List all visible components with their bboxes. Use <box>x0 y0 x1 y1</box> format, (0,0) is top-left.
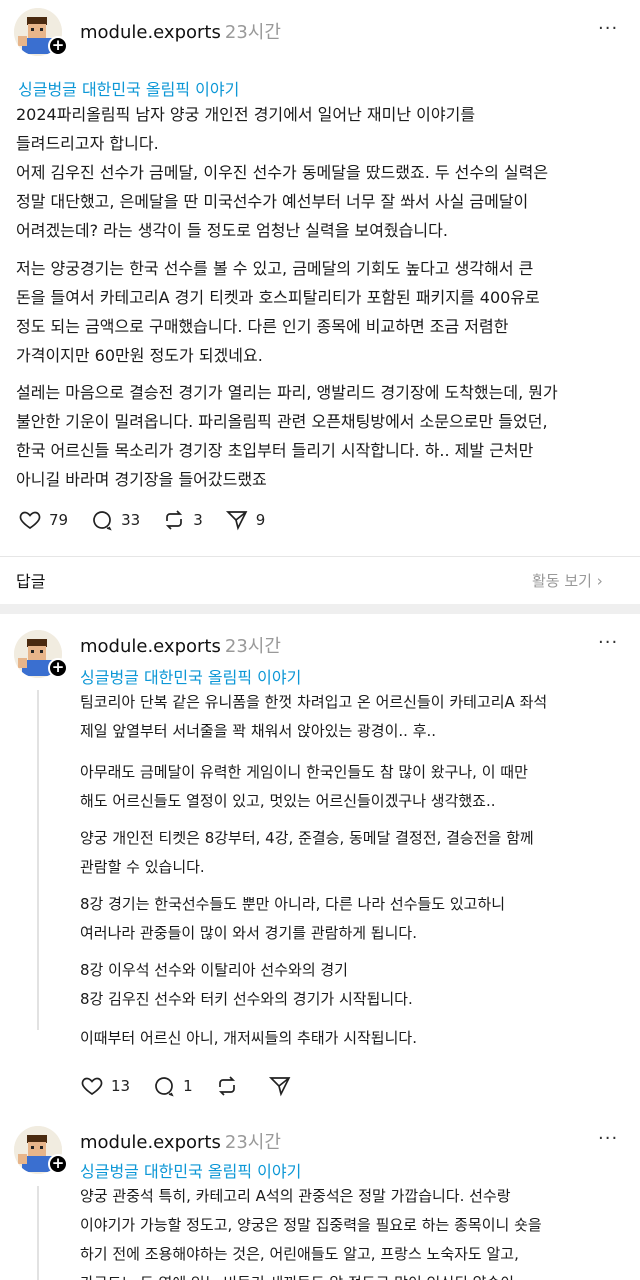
follow-plus-icon[interactable]: + <box>48 1154 68 1174</box>
thread-line <box>37 690 39 1030</box>
heart-icon <box>81 1077 103 1096</box>
more-dots-icon[interactable]: ··· <box>598 1128 618 1149</box>
post-time: 23시간 <box>224 1132 281 1153</box>
post-time: 23시간 <box>224 636 281 657</box>
like-count: 13 <box>111 1077 131 1095</box>
post-line: 8강 김우진 선수와 터키 선수와의 경기가 시작됩니다. <box>80 990 413 1008</box>
repost-button[interactable]: 3 <box>162 508 203 532</box>
post-line: 저는 양궁경기는 한국 선수를 볼 수 있고, 금메달의 기회도 높다고 생각해… <box>16 259 534 278</box>
post-line: 해도 어르신들도 열정이 있고, 멋있는 어르신들이겠구나 생각했죠.. <box>80 792 496 810</box>
post-line: 8강 경기는 한국선수들도 뿐만 아니라, 다른 나라 선수들도 있고하니 <box>80 895 506 913</box>
post-line: 돈을 들여서 카테고리A 경기 티켓과 호스피탈리티가 포함된 패키지를 400… <box>16 288 540 307</box>
repost-button[interactable] <box>215 1074 246 1098</box>
post-actions: 13 1 <box>80 1074 321 1098</box>
post-line: 가격이지만 60만원 정도가 되겠네요. <box>16 346 263 365</box>
post-body: 양궁 개인전 티켓은 8강부터, 4강, 준결승, 동메달 결정전, 결승전을 … <box>80 824 534 882</box>
post-line: 한국 어르신들 목소리가 경기장 초입부터 들리기 시작합니다. 하.. 제발 … <box>16 441 534 460</box>
post-body: 설레는 마음으로 결승전 경기가 열리는 파리, 앵발리드 경기장에 도착했는데… <box>16 378 558 494</box>
author-name[interactable]: module.exports <box>80 22 221 43</box>
post-line: 2024파리올림픽 남자 양궁 개인전 경기에서 일어난 재미난 이야기를 <box>16 105 476 124</box>
post-line: 이때부터 어르신 아니, 개저씨들의 추태가 시작됩니다. <box>80 1029 417 1047</box>
like-button[interactable]: 79 <box>18 508 68 532</box>
post-body: 이때부터 어르신 아니, 개저씨들의 추태가 시작됩니다. <box>80 1024 417 1053</box>
repost-count: 3 <box>193 511 203 529</box>
share-count: 9 <box>255 511 266 529</box>
send-icon <box>225 511 248 531</box>
replies-heading: 답글 <box>16 572 46 591</box>
comment-button[interactable]: 1 <box>152 1074 193 1098</box>
topic-tag[interactable]: 싱글벙글 대한민국 올림픽 이야기 <box>18 76 239 100</box>
post-body: 저는 양궁경기는 한국 선수를 볼 수 있고, 금메달의 기회도 높다고 생각해… <box>16 254 540 370</box>
comment-button[interactable]: 33 <box>90 508 140 532</box>
post-body: 2024파리올림픽 남자 양궁 개인전 경기에서 일어난 재미난 이야기를 들려… <box>16 100 548 245</box>
topic-tag[interactable]: 싱글벙글 대한민국 올림픽 이야기 <box>80 1158 301 1182</box>
comment-icon <box>155 1077 174 1097</box>
post-body: 아무래도 금메달이 유력한 게임이니 한국인들도 참 많이 왔구나, 이 때만 … <box>80 758 528 816</box>
post-line: 팀코리아 단복 같은 유니폼을 한껏 차려입고 온 어르신들이 카테고리A 좌석 <box>80 693 548 711</box>
comment-icon <box>93 511 112 531</box>
post-line: 8강 이우석 선수와 이탈리아 선수와의 경기 <box>80 961 348 979</box>
more-dots-icon[interactable]: ··· <box>598 18 618 39</box>
post-body: 8강 경기는 한국선수들도 뿐만 아니라, 다른 나라 선수들도 있고하니 여러… <box>80 890 505 948</box>
post-line: 정말 대단했고, 은메달을 딴 미국선수가 예선부터 너무 잘 쏴서 사실 금메… <box>16 192 529 211</box>
share-button[interactable]: 9 <box>225 508 266 532</box>
post-line: 하기 전에 조용해야하는 것은, 어린애들도 알고, 프랑스 노숙자도 알고, <box>80 1245 519 1263</box>
post-body: 양궁 관중석 특히, 카테고리 A석의 관중석은 정말 가깝습니다. 선수랑 이… <box>80 1182 542 1280</box>
follow-plus-icon[interactable]: + <box>48 36 68 56</box>
like-count: 79 <box>49 511 69 529</box>
post-author: module.exports 23시간 <box>80 632 281 658</box>
repost-icon <box>166 510 183 530</box>
heart-icon <box>19 511 41 530</box>
comment-count: 33 <box>121 511 141 529</box>
send-icon <box>268 1077 291 1097</box>
post-line: 불안한 기운이 밀려옵니다. 파리올림픽 관련 오픈채팅방에서 소문으로만 들었… <box>16 412 548 431</box>
post-line: 여러나라 관중들이 많이 와서 경기를 관람하게 됩니다. <box>80 924 417 942</box>
post-line: 양궁 관중석 특히, 카테고리 A석의 관중석은 정말 가깝습니다. 선수랑 <box>80 1187 511 1205</box>
author-name[interactable]: module.exports <box>80 1132 221 1153</box>
divider <box>0 556 640 557</box>
post-body: 팀코리아 단복 같은 유니폼을 한껏 차려입고 온 어르신들이 카테고리A 좌석… <box>80 688 547 746</box>
like-button[interactable]: 13 <box>80 1074 130 1098</box>
section-divider <box>0 604 640 614</box>
post-time: 23시간 <box>224 22 281 43</box>
post-line: 아무래도 금메달이 유력한 게임이니 한국인들도 참 많이 왔구나, 이 때만 <box>80 763 528 781</box>
post-line: 이야기가 가능할 정도고, 양궁은 정말 집중력을 필요로 하는 종목이니 숏을 <box>80 1216 542 1234</box>
follow-plus-icon[interactable]: + <box>48 658 68 678</box>
post-line: 어려겠는데? 라는 생각이 들 정도로 엄청난 실력을 보여줬습니다. <box>16 221 448 240</box>
repost-icon <box>218 1076 235 1096</box>
post-line: 아니길 바라며 경기장을 들어갔드랬죠 <box>16 470 267 489</box>
comment-count: 1 <box>183 1077 193 1095</box>
post-line: 설레는 마음으로 결승전 경기가 열리는 파리, 앵발리드 경기장에 도착했는데… <box>16 383 558 402</box>
topic-tag[interactable]: 싱글벙글 대한민국 올림픽 이야기 <box>80 664 301 688</box>
post-line: 어제 김우진 선수가 금메달, 이우진 선수가 동메달을 땄드랬죠. 두 선수의… <box>16 163 549 182</box>
post-body: 8강 이우석 선수와 이탈리아 선수와의 경기 8강 김우진 선수와 터키 선수… <box>80 956 413 1014</box>
post-actions: 79 33 3 9 <box>18 508 287 532</box>
author-name[interactable]: module.exports <box>80 636 221 657</box>
view-activity-link[interactable]: 활동 보기 › <box>532 570 603 591</box>
post-line: 양궁 개인전 티켓은 8강부터, 4강, 준결승, 동메달 결정전, 결승전을 … <box>80 829 534 847</box>
post-line: 정도 되는 금액으로 구매했습니다. 다른 인기 종목에 비교하면 조금 저렴한 <box>16 317 509 336</box>
post-line: 들려드리고자 합니다. <box>16 134 159 153</box>
post-line: 가르드느 도 옆에 있는 비둘기 새끼들도 알 정도로 많이 인식된 약속이 <box>80 1269 542 1280</box>
post-author: module.exports 23시간 <box>80 18 281 44</box>
thread-line <box>37 1186 39 1280</box>
post-line: 관람할 수 있습니다. <box>80 858 205 876</box>
share-button[interactable] <box>268 1074 299 1098</box>
post-author: module.exports 23시간 <box>80 1128 281 1154</box>
post-line: 제일 앞열부터 서너줄을 꽉 채워서 앉아있는 광경이.. 후.. <box>80 722 437 740</box>
more-dots-icon[interactable]: ··· <box>598 632 618 653</box>
